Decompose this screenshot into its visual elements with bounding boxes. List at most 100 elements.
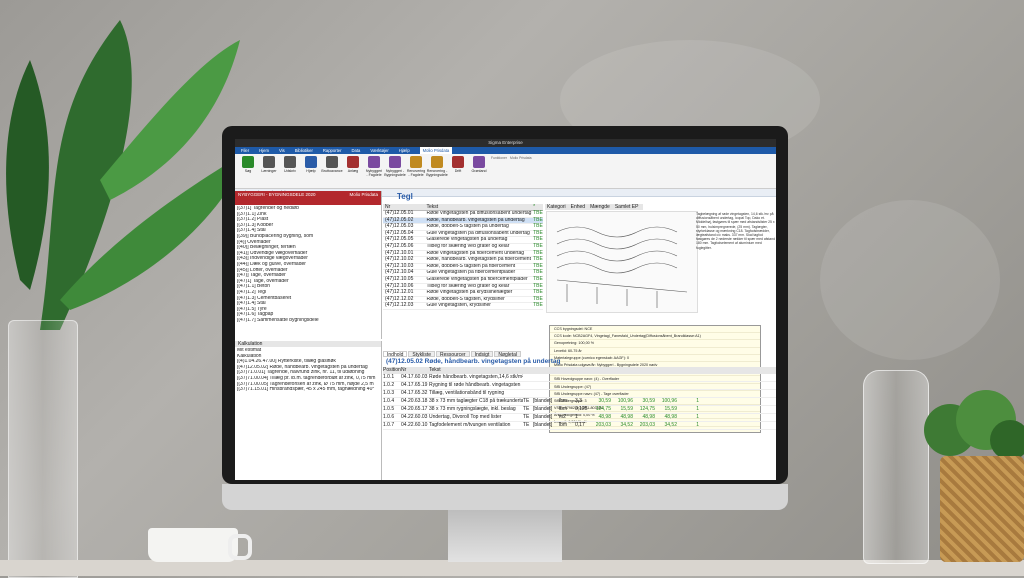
column-header[interactable]: Samlet EP <box>615 204 639 210</box>
content-cell-n <box>575 382 589 389</box>
ribbon: Søg Læninger Udskriv Hjælp Bruttoavance Anlæg… <box>235 154 776 189</box>
content-row[interactable]: 1.0.4 04.20.63.18 38 x 73 mm taglægter C18… <box>383 398 776 406</box>
column-header[interactable]: Kategori <box>547 204 566 210</box>
content-cell-n: 1 <box>575 414 578 420</box>
ribbon-button[interactable]: Søg <box>239 156 257 186</box>
monitor-stand <box>448 510 562 562</box>
content-cell-k: [blandet] <box>533 398 553 404</box>
ribbon-icon <box>389 156 401 168</box>
content-cell-a: 203,03 <box>595 422 611 428</box>
menu-item[interactable]: Data <box>351 147 360 154</box>
coffee-mug <box>148 528 238 562</box>
col-text: Tekst <box>429 367 441 373</box>
ribbon-button[interactable]: Nybyggeri - Bygningsdele <box>384 156 406 186</box>
ribbon-button[interactable]: Grønland <box>470 156 488 186</box>
ribbon-button[interactable]: Bruttoavance <box>321 156 343 186</box>
grid-flag: TBE <box>533 289 543 296</box>
content-cell-q: TE <box>523 414 530 420</box>
content-cell-text: Tagfodelement m/tvungen ventilation <box>429 422 511 428</box>
wall-texture <box>820 200 1000 360</box>
content-row[interactable]: 1.0.1 04.17.60.03 Røde håndbearb. vingetag… <box>383 374 776 382</box>
content-cell-e <box>677 382 699 389</box>
ribbon-icon <box>263 156 275 168</box>
grid-flag: TBE <box>533 210 543 216</box>
grid-header-cell[interactable]: Tekst <box>426 204 533 210</box>
content-cell-n: 0,125 <box>575 406 588 412</box>
grid-row[interactable]: (47)12.12.03 Gule vingetagsten, krydsline… <box>383 303 543 310</box>
monitor-chin <box>222 484 788 510</box>
ribbon-button[interactable]: Anlæg <box>344 156 362 186</box>
grid-nr: (47)12.05.03 <box>385 223 414 230</box>
content-cell-q: TE <box>523 398 530 404</box>
tooltip-line: CCS bygningsdel: NCE <box>550 326 760 334</box>
content-cell-text: 38 x 73 mm taglægter C18 på trækundertag <box>429 398 523 404</box>
banner-logo: Molio Prisdata <box>349 192 378 197</box>
content-row[interactable]: 1.0.5 04.20.65.17 38 x 73 mm rygningslægte… <box>383 406 776 414</box>
content-title: (47)12.05.02 Røde, håndbearb. vingetagst… <box>386 358 561 365</box>
content-row[interactable]: 1.0.3 04.17.65.32 Tillæg, ventilationsbånd… <box>383 390 776 398</box>
content-cell-d <box>655 382 677 389</box>
column-header[interactable]: Enhed <box>571 204 585 210</box>
content-cell-k <box>533 390 559 397</box>
content-cell-c: 124,75 <box>639 406 655 412</box>
content-row[interactable]: 1.0.7 04.22.60.10 Tagfodelement m/tvungen … <box>383 422 776 430</box>
ribbon-button[interactable]: Udskriv <box>281 156 299 186</box>
content-cell-c: 30,59 <box>642 398 655 404</box>
col-position: Position <box>383 367 401 373</box>
ribbon-icon <box>347 156 359 168</box>
content-cell-nr: 04.22.60.10 <box>401 422 428 428</box>
grid-flag: TBE <box>533 302 543 309</box>
tree-item[interactable]: [(47)1.7] Sammensatte bygningsdele <box>237 318 379 324</box>
menu-item[interactable]: Rapporter <box>323 147 342 154</box>
column-header[interactable]: Mængde <box>590 204 610 210</box>
content-cell-nr: 04.20.65.17 <box>401 406 428 412</box>
menu-item[interactable]: Bibliotiker <box>295 147 313 154</box>
content-cell-b: 15,59 <box>620 406 633 412</box>
menu-item[interactable]: Filer <box>241 147 249 154</box>
grid-text: Glaserede vingetagsten på fibercementpla… <box>426 276 528 282</box>
ribbon-button[interactable]: Nybyggeri - Fagdele <box>365 156 383 186</box>
content-cell-e: 1 <box>696 414 699 420</box>
tree: [(37)1] Tagrender og nedløb [(37)1.1] Zin… <box>235 205 381 324</box>
content-cell-d: 34,52 <box>664 422 677 428</box>
content-cell-u: lbm <box>559 406 568 412</box>
ribbon-button[interactable]: Renovering - Bygningsdele <box>426 156 448 186</box>
grid-flag: TBE <box>533 256 543 263</box>
content-cell-d: 100,96 <box>661 398 677 404</box>
content-cell-a <box>589 382 611 389</box>
grid-text: Tilbeg for skæring ved grater og kelar <box>426 283 510 289</box>
ribbon-button[interactable]: Læninger <box>260 156 278 186</box>
detail-pane: Tegl Nr Tekst * (47)12.05.01 Røde vingetagst… <box>383 191 776 339</box>
ribbon-label: Bruttoavance <box>321 169 343 173</box>
ribbon-icon <box>368 156 380 168</box>
ribbon-button[interactable]: Drift <box>449 156 467 186</box>
content-cell-q <box>523 374 533 381</box>
content-cell-k: [blandet] <box>533 414 553 420</box>
grid-flag: TBE <box>533 242 543 249</box>
grid-nr: (47)12.12.01 <box>385 289 414 296</box>
grid-text: Gule vingetagsten, krydsliner <box>426 303 491 309</box>
menu-item[interactable]: Hjælp <box>399 147 410 154</box>
content-cell-a: 30,59 <box>598 398 611 404</box>
menu-item[interactable]: Værktøjer <box>370 147 388 154</box>
ribbon-button[interactable]: Hjælp <box>302 156 320 186</box>
menu-item[interactable]: Molio Prisdata <box>419 147 453 154</box>
ribbon-label: Grønland <box>471 169 487 173</box>
calculation-item[interactable]: [(37)71.15.01] Hinsbrändspær, 45 x 245 m… <box>237 387 379 393</box>
content-cell-text: 38 x 73 mm rygningslægte, inkl. beslag <box>429 406 516 412</box>
content-row[interactable]: 1.0.2 04.17.65.19 Rygning til røde håndbea… <box>383 382 776 390</box>
content-cell-c: 203,03 <box>639 422 655 428</box>
ribbon-icon <box>242 156 254 168</box>
ribbon-button[interactable]: Renovering - Fagdele <box>407 156 425 186</box>
menu-item[interactable]: Hjem <box>259 147 269 154</box>
content-cell-u: lbm <box>559 398 568 404</box>
navigation-tree-pane: NYBYGGERI - BYGNINGSDELE 2020 Molio Pris… <box>235 191 382 339</box>
menu-item[interactable]: Vis <box>279 147 285 154</box>
content-cell-k: [blandet] <box>533 406 553 412</box>
content-row[interactable]: 1.0.6 04.22.60.03 Undertag, Divoroll Top m… <box>383 414 776 422</box>
mug-handle <box>228 534 252 560</box>
grid-text: Røde, dobbelt-S tagsten på undertag <box>426 224 509 230</box>
calculation-pane: Kalkulation Mit estimat Kalkulation [(4)1.… <box>235 341 382 480</box>
grid-text: Glaserede vingetagsten på undertag <box>426 237 508 243</box>
content-cell-b: 100,96 <box>617 398 633 404</box>
